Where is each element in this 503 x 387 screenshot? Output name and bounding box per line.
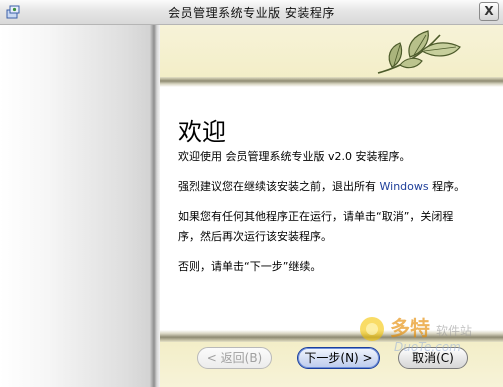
instructions-line-1: 如果您有任何其他程序正在运行，请单击“取消”，关闭程 bbox=[178, 210, 454, 223]
recommendation-text-end: 程序。 bbox=[428, 180, 466, 193]
svg-text:DuoTe.com: DuoTe.com bbox=[394, 340, 461, 354]
svg-text:软件站: 软件站 bbox=[436, 324, 472, 338]
leaf-icon bbox=[377, 30, 461, 74]
banner-divider bbox=[160, 77, 503, 87]
watermark-logo: 多特 软件站 DuoTe.com bbox=[360, 316, 472, 354]
installer-window: 会员管理系统专业版 安装程序 X 欢迎 欢迎使用 会员管理系统专业版 v2.0 … bbox=[0, 0, 503, 387]
instructions-line-2: 序，然后再次运行该安装程序。 bbox=[178, 230, 332, 243]
close-icon: X bbox=[484, 4, 494, 18]
side-panel bbox=[0, 25, 158, 387]
side-panel-edge bbox=[150, 25, 160, 387]
windows-highlight: Windows bbox=[379, 180, 429, 193]
close-button[interactable]: X bbox=[479, 2, 499, 21]
window-title: 会员管理系统专业版 安装程序 bbox=[168, 6, 335, 20]
svg-text:多特: 多特 bbox=[390, 316, 430, 340]
recommendation-text-start: 强烈建议您在继续该安装之前，退出所有 bbox=[178, 180, 380, 193]
continue-text: 否则，请单击“下一步”继续。 bbox=[178, 260, 322, 273]
title-bar[interactable]: 会员管理系统专业版 安装程序 X bbox=[0, 0, 503, 25]
back-button[interactable]: < 返回(B) bbox=[197, 347, 272, 369]
recommendation-text: 强烈建议您在继续该安装之前，退出所有 Windows 程序。 bbox=[178, 177, 465, 197]
page-title: 欢迎 bbox=[178, 118, 226, 146]
welcome-text: 欢迎使用 会员管理系统专业版 v2.0 安装程序。 bbox=[178, 150, 411, 163]
